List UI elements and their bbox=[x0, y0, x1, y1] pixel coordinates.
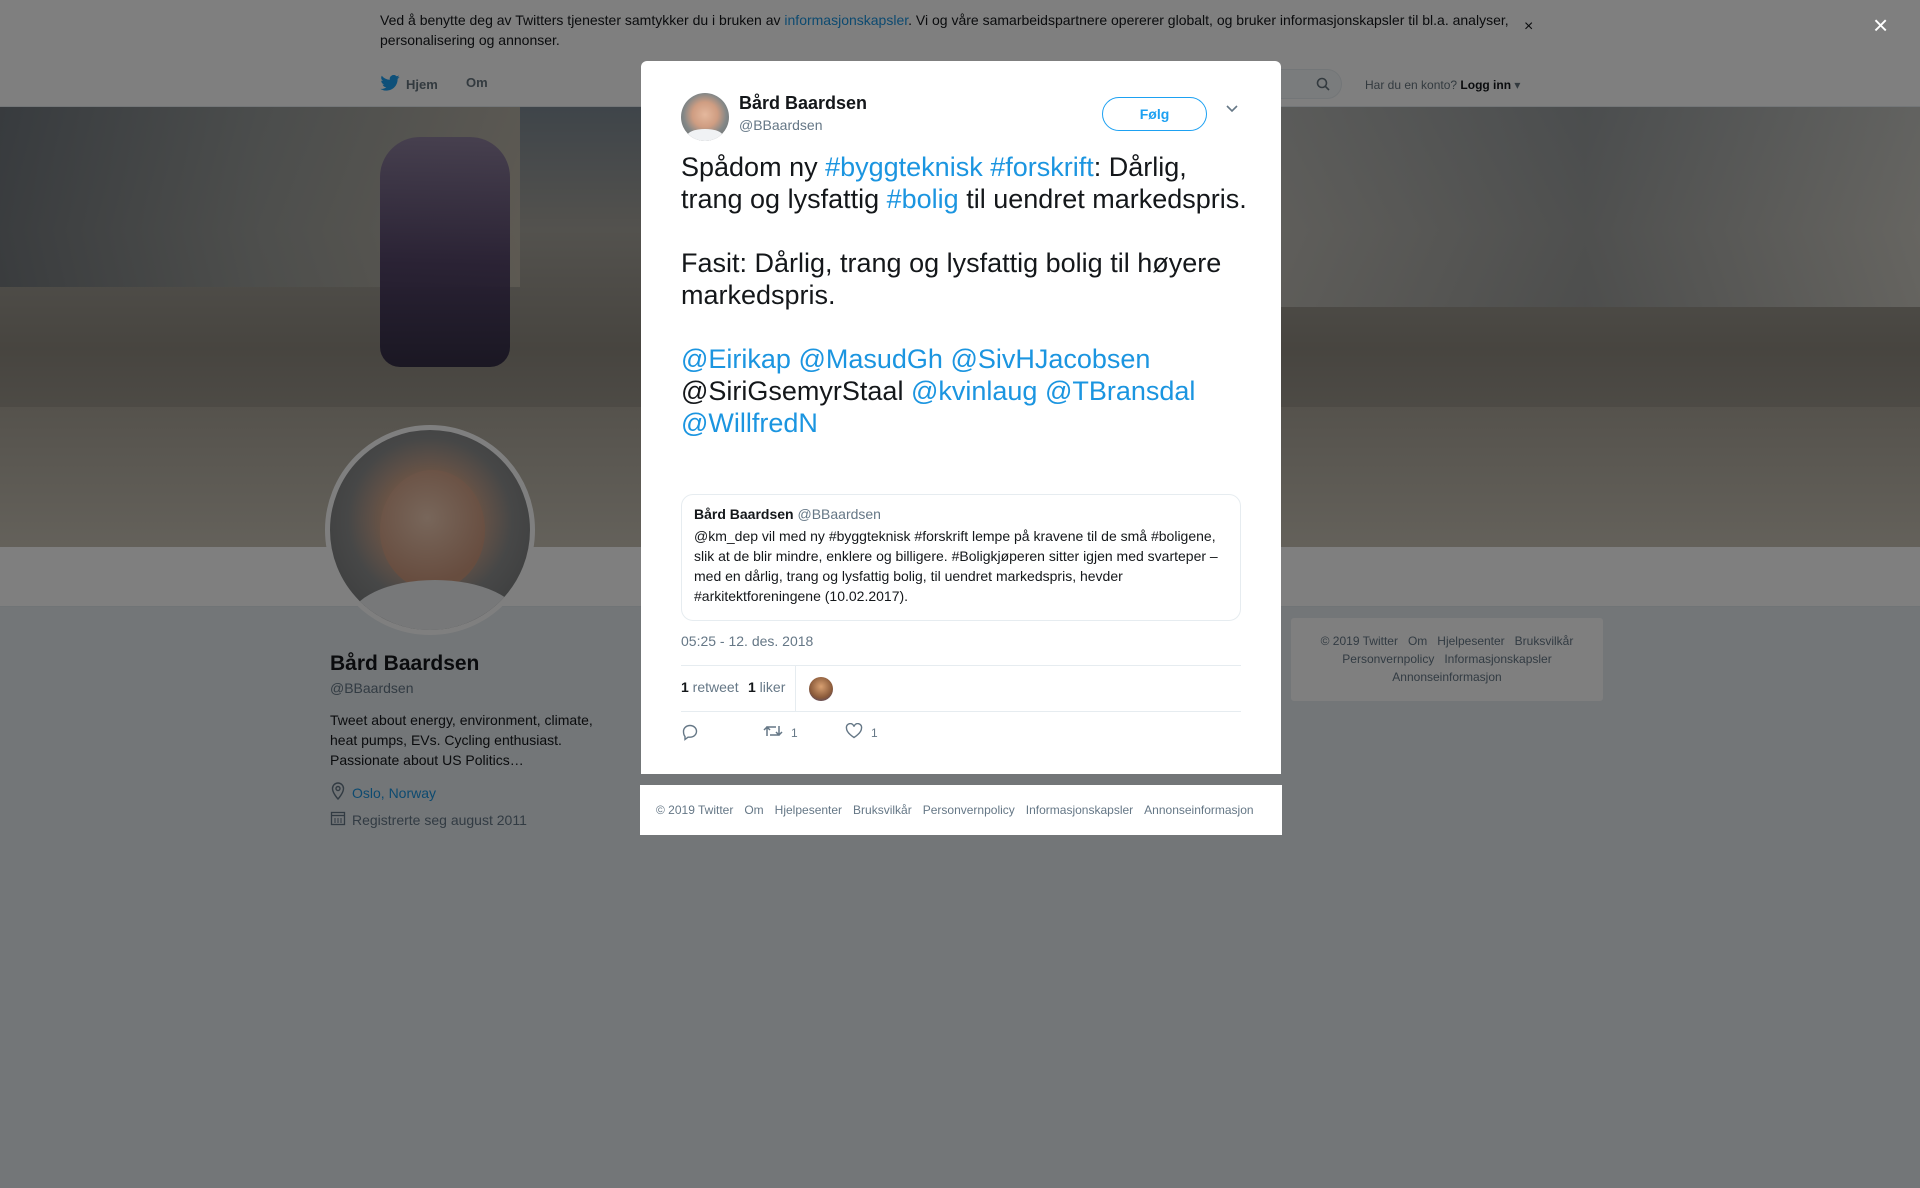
retweet-button[interactable]: 1 bbox=[763, 723, 798, 742]
hashtag-link[interactable]: #bolig bbox=[887, 184, 959, 214]
tweet-author-name[interactable]: Bård Baardsen bbox=[739, 93, 867, 114]
mention-link[interactable]: @TBransdal bbox=[1045, 376, 1195, 406]
footer-link[interactable]: Annonseinformasjon bbox=[1144, 803, 1253, 817]
tweet-stats: 1 retweet 1 liker bbox=[681, 665, 1241, 712]
reply-button[interactable] bbox=[681, 723, 699, 744]
liker-avatar[interactable] bbox=[809, 677, 833, 701]
mention-link[interactable]: @Eirikap bbox=[681, 344, 791, 374]
hashtag-link[interactable]: #byggteknisk bbox=[825, 152, 983, 182]
tweet-author-handle[interactable]: @BBaardsen bbox=[739, 117, 822, 133]
tweet-actions: 1 1 bbox=[681, 722, 1241, 753]
quoted-tweet-header: Bård Baardsen @BBaardsen bbox=[694, 506, 1228, 522]
modal-footer: © 2019 Twitter Om Hjelpesenter Bruksvilk… bbox=[640, 785, 1282, 835]
footer-link[interactable]: © 2019 Twitter bbox=[656, 803, 733, 817]
mention-link[interactable]: @WillfredN bbox=[681, 408, 818, 438]
retweet-count-label: retweet bbox=[688, 679, 739, 695]
tweet-timestamp[interactable]: 05:25 - 12. des. 2018 bbox=[681, 633, 813, 649]
tweet-author-avatar[interactable] bbox=[681, 93, 729, 141]
footer-link[interactable]: Hjelpesenter bbox=[775, 803, 842, 817]
tweet-modal: Bård Baardsen @BBaardsen Følg Spådom ny … bbox=[641, 61, 1281, 774]
quoted-tweet[interactable]: Bård Baardsen @BBaardsen @km_dep vil med… bbox=[681, 494, 1241, 621]
tweet-text-part bbox=[1037, 376, 1045, 406]
chevron-down-icon[interactable] bbox=[1225, 101, 1239, 117]
heart-icon bbox=[845, 722, 863, 742]
like-button[interactable]: 1 bbox=[845, 722, 878, 742]
retweet-action-count: 1 bbox=[791, 725, 798, 740]
mention-link[interactable]: @kvinlaug bbox=[911, 376, 1037, 406]
retweet-count-number: 1 bbox=[681, 679, 689, 695]
tweet-text: Spådom ny #byggteknisk #forskrift: Dårli… bbox=[681, 151, 1251, 439]
tweet-text-part: Spådom ny bbox=[681, 152, 826, 182]
close-modal-button[interactable]: × bbox=[1873, 10, 1888, 40]
quoted-author-name: Bård Baardsen bbox=[694, 506, 794, 522]
footer-link[interactable]: Om bbox=[744, 803, 763, 817]
reply-icon bbox=[681, 723, 699, 744]
footer-link[interactable]: Bruksvilkår bbox=[853, 803, 912, 817]
like-action-count: 1 bbox=[871, 725, 878, 740]
quoted-tweet-text: @km_dep vil med ny #byggteknisk #forskri… bbox=[694, 528, 1218, 604]
tweet-text-part: @SiriGsemyrStaal bbox=[681, 376, 904, 406]
like-count-number: 1 bbox=[748, 679, 756, 695]
footer-link[interactable]: Informasjonskapsler bbox=[1026, 803, 1133, 817]
retweet-icon bbox=[763, 723, 783, 742]
mention-link[interactable]: @SivHJacobsen bbox=[950, 344, 1150, 374]
mention-link[interactable]: @MasudGh bbox=[798, 344, 942, 374]
follow-button[interactable]: Følg bbox=[1102, 97, 1207, 131]
hashtag-link[interactable]: #forskrift bbox=[990, 152, 1094, 182]
like-count[interactable]: 1 liker bbox=[748, 679, 785, 695]
retweet-count[interactable]: 1 retweet bbox=[681, 679, 739, 695]
footer-link[interactable]: Personvernpolicy bbox=[923, 803, 1015, 817]
quoted-author-handle: @BBaardsen bbox=[797, 506, 881, 522]
like-count-label: liker bbox=[755, 679, 786, 695]
